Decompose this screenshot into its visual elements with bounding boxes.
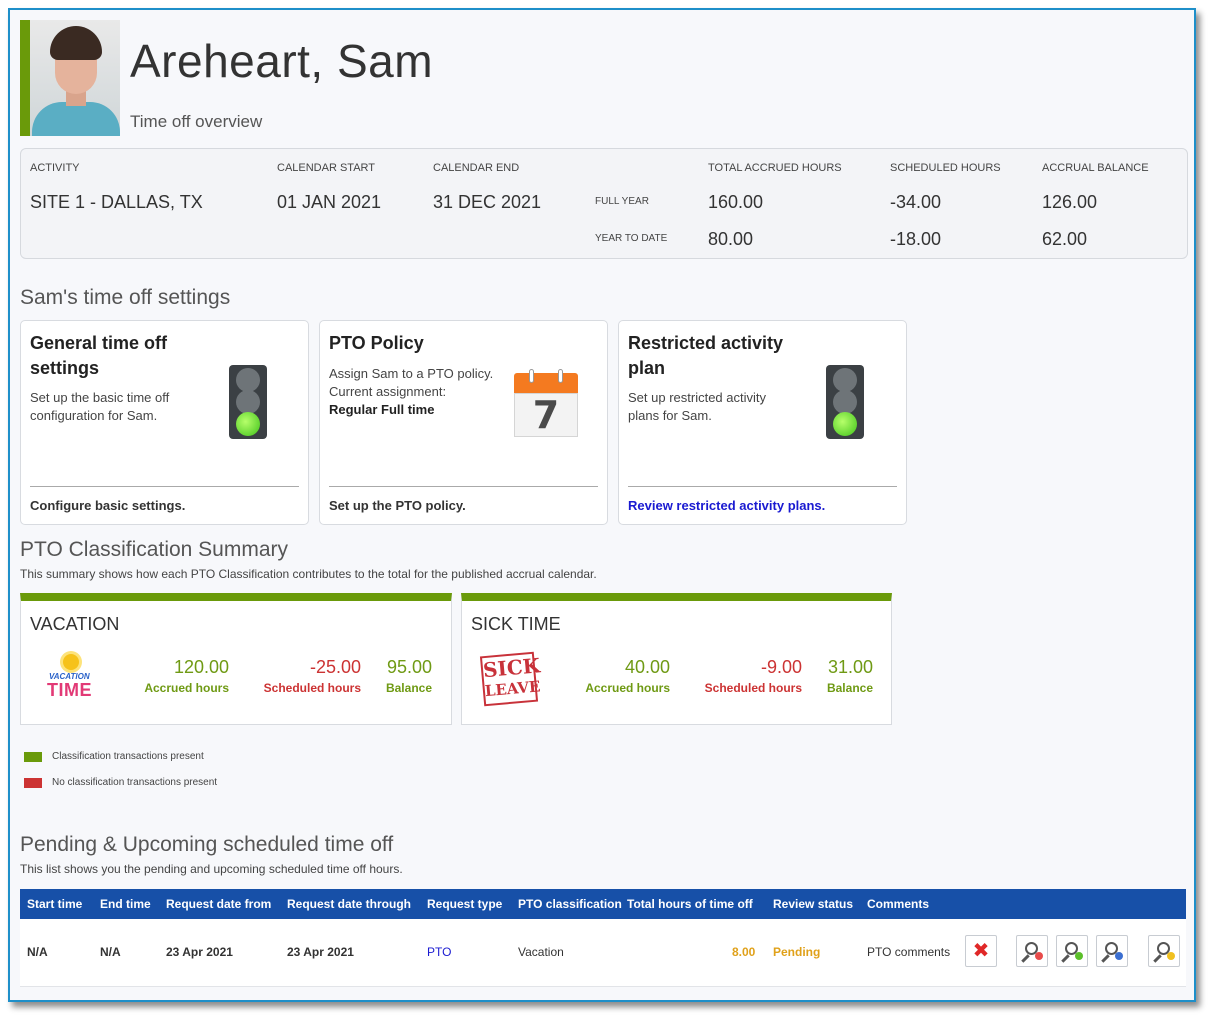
ytd-scheduled: -18.00 bbox=[890, 229, 942, 249]
end-time-cell: N/A bbox=[100, 945, 121, 959]
sick-leave-logo: SICK LEAVE bbox=[479, 651, 541, 707]
pto-classification-cell: Vacation bbox=[518, 945, 564, 959]
scheduled-hours-value: -9.00 bbox=[760, 657, 802, 677]
year-to-date-label: YEAR TO DATE bbox=[595, 233, 668, 244]
column-header[interactable]: Request date from bbox=[166, 897, 271, 911]
ytd-accrued: 80.00 bbox=[708, 229, 754, 249]
table-row: N/A N/A 23 Apr 2021 23 Apr 2021 PTO Vaca… bbox=[20, 919, 1186, 987]
scheduled-hours-label: Scheduled hours bbox=[704, 681, 802, 695]
classification-title: VACATION bbox=[30, 614, 120, 634]
general-settings-card[interactable]: General time off settings Set up the bas… bbox=[20, 320, 309, 525]
card-divider bbox=[30, 486, 299, 487]
classification-title: SICK TIME bbox=[471, 614, 561, 634]
full-year-balance: 126.00 bbox=[1042, 192, 1098, 212]
column-header[interactable]: Request type bbox=[427, 897, 502, 911]
comments-cell: PTO comments bbox=[867, 945, 951, 959]
vacation-classification-card[interactable]: VACATION VACATION TIME 120.00 Accrued ho… bbox=[20, 593, 452, 725]
accrued-hours-label: Accrued hours bbox=[585, 681, 670, 695]
scheduled-hours-label: Scheduled hours bbox=[263, 681, 361, 695]
ytd-balance: 62.00 bbox=[1042, 229, 1088, 249]
column-header[interactable]: Start time bbox=[27, 897, 82, 911]
pto-policy-card[interactable]: PTO Policy Assign Sam to a PTO policy. C… bbox=[319, 320, 608, 525]
calendar-start-label: CALENDAR START bbox=[277, 162, 376, 174]
activity-value: SITE 1 - DALLAS, TX bbox=[30, 192, 203, 212]
activity-label: ACTIVITY bbox=[30, 162, 80, 174]
review-restricted-plans-link[interactable]: Review restricted activity plans. bbox=[628, 498, 825, 513]
scheduled-hours-value: -25.00 bbox=[309, 657, 361, 677]
column-header[interactable]: Comments bbox=[867, 897, 929, 911]
accrued-hours-value: 120.00 bbox=[173, 657, 229, 677]
review-request-button[interactable] bbox=[1016, 935, 1048, 967]
classification-heading: PTO Classification Summary bbox=[20, 538, 289, 561]
traffic-light-icon bbox=[826, 365, 864, 439]
view-request-button[interactable] bbox=[1096, 935, 1128, 967]
column-header[interactable]: Review status bbox=[773, 897, 853, 911]
review-status-cell: Pending bbox=[773, 945, 821, 959]
header-accent-bar bbox=[20, 20, 30, 136]
calendar-end-label: CALENDAR END bbox=[433, 162, 520, 174]
card-divider bbox=[628, 486, 897, 487]
card-title: PTO Policy bbox=[329, 333, 424, 353]
accrued-hours-label: Accrued hours bbox=[144, 681, 229, 695]
accrual-balance-label: ACCRUAL BALANCE bbox=[1042, 162, 1149, 174]
balance-label: Balance bbox=[385, 681, 432, 695]
sick-time-classification-card[interactable]: SICK TIME SICK LEAVE 40.00 Accrued hours… bbox=[461, 593, 892, 725]
avatar bbox=[30, 20, 120, 136]
full-year-label: FULL YEAR bbox=[595, 196, 649, 207]
accrual-summary-panel: ACTIVITY CALENDAR START CALENDAR END TOT… bbox=[20, 148, 1188, 259]
classification-description: This summary shows how each PTO Classifi… bbox=[20, 567, 597, 581]
start-time-cell: N/A bbox=[27, 945, 48, 959]
card-title: General time off settings bbox=[30, 333, 168, 378]
total-hours-cell: 8.00 bbox=[732, 945, 756, 959]
request-type-link[interactable]: PTO bbox=[427, 945, 451, 959]
full-year-scheduled: -34.00 bbox=[890, 192, 942, 212]
close-icon: ✖ bbox=[972, 940, 990, 962]
balance-value: 95.00 bbox=[386, 657, 432, 677]
delete-request-button[interactable]: ✖ bbox=[965, 935, 997, 967]
page-subtitle: Time off overview bbox=[130, 112, 263, 131]
scheduled-hours-label: SCHEDULED HOURS bbox=[890, 162, 1001, 174]
column-header[interactable]: Request date through bbox=[287, 897, 411, 911]
card-text: Assign Sam to a PTO policy. Current assi… bbox=[329, 366, 494, 399]
request-through-cell: 23 Apr 2021 bbox=[287, 945, 354, 959]
vacation-time-logo: VACATION TIME bbox=[43, 654, 99, 702]
request-from-cell: 23 Apr 2021 bbox=[166, 945, 233, 959]
column-header[interactable]: Total hours of time off bbox=[627, 897, 753, 911]
card-text: Set up the basic time off configuration … bbox=[30, 390, 170, 423]
current-assignment: Regular Full time bbox=[329, 402, 435, 417]
approve-request-button[interactable] bbox=[1056, 935, 1088, 967]
card-text: Set up restricted activity plans for Sam… bbox=[628, 390, 766, 423]
setup-pto-policy-link[interactable]: Set up the PTO policy. bbox=[329, 498, 466, 513]
restricted-activity-card[interactable]: Restricted activity plan Set up restrict… bbox=[618, 320, 907, 525]
calendar-start-value: 01 JAN 2021 bbox=[277, 192, 382, 212]
legend-swatch bbox=[24, 778, 42, 788]
full-year-accrued: 160.00 bbox=[708, 192, 764, 212]
traffic-light-icon bbox=[229, 365, 267, 439]
balance-label: Balance bbox=[826, 681, 873, 695]
card-title: Restricted activity plan bbox=[628, 333, 784, 378]
pending-description: This list shows you the pending and upco… bbox=[20, 862, 403, 876]
employee-name: Areheart, Sam bbox=[130, 35, 434, 87]
card-divider bbox=[329, 486, 598, 487]
calendar-icon: 7 bbox=[514, 369, 578, 437]
total-accrued-label: TOTAL ACCRUED HOURS bbox=[708, 162, 842, 174]
calendar-end-value: 31 DEC 2021 bbox=[433, 192, 542, 212]
employee-header: Areheart, Sam Time off overview bbox=[20, 20, 620, 136]
legend-swatch bbox=[24, 752, 42, 762]
column-header[interactable]: End time bbox=[100, 897, 151, 911]
balance-value: 31.00 bbox=[827, 657, 873, 677]
page-frame: Areheart, Sam Time off overview ACTIVITY… bbox=[8, 8, 1196, 1002]
configure-basic-settings-link[interactable]: Configure basic settings. bbox=[30, 498, 185, 513]
column-header[interactable]: PTO classification bbox=[518, 897, 622, 911]
table-header: Start time End time Request date from Re… bbox=[20, 889, 1186, 919]
pending-heading: Pending & Upcoming scheduled time off bbox=[20, 833, 394, 856]
settings-heading: Sam's time off settings bbox=[20, 286, 231, 309]
request-details-button[interactable] bbox=[1148, 935, 1180, 967]
accrued-hours-value: 40.00 bbox=[624, 657, 670, 677]
